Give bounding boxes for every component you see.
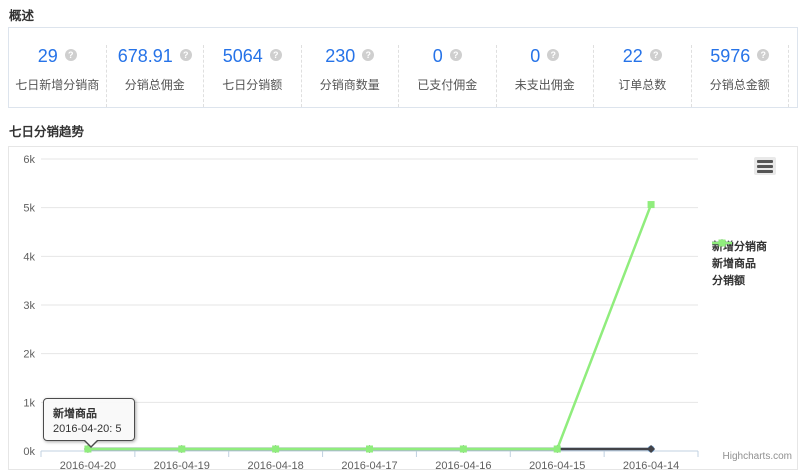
data-point-marker[interactable] [460,446,467,453]
chart-tooltip: 新增商品 2016-04-20: 5 [43,398,135,441]
y-axis-tick-label: 5k [23,203,35,215]
stat-cell: 5976? 分销总金额 [692,45,790,107]
y-axis-tick-label: 4k [23,251,35,263]
y-axis-tick-label: 2k [23,349,35,361]
stat-label: 未支出佣金 [497,76,594,93]
tooltip-value: 2016-04-20: 5 [53,423,125,435]
help-icon[interactable]: ? [650,49,662,61]
stat-label: 七日分销额 [204,76,301,93]
stat-cell: 230? 分销商数量 [302,45,400,107]
stat-cell: 5064? 七日分销额 [204,45,302,107]
chart-legend: 新增分销商新增商品分销额 [712,237,767,288]
x-axis-label: 2016-04-15 [529,460,585,469]
help-icon[interactable]: ? [270,49,282,61]
menu-icon [757,160,773,163]
stat-label: 已支付佣金 [399,76,496,93]
dashboard-page: 概述 29? 七日新增分销商 678.91? 分销总佣金 5064? 七日分销额 230? 分… [0,0,806,476]
stat-value: 230 [325,46,355,66]
stat-value: 678.91 [118,46,173,66]
help-icon[interactable]: ? [547,49,559,61]
y-axis-tick-label: 6k [23,154,35,166]
x-axis-label: 2016-04-14 [623,460,679,469]
stat-cell: 0? 已支付佣金 [399,45,497,107]
stat-cell: 22? 订单总数 [594,45,692,107]
stat-value: 0 [433,46,443,66]
series-line-分销额 [88,205,651,449]
help-icon[interactable]: ? [757,49,769,61]
stat-value: 5976 [710,46,750,66]
stat-value: 29 [38,46,58,66]
x-axis-label: 2016-04-18 [248,460,304,469]
data-point-marker[interactable] [648,201,655,208]
legend-marker-icon [712,237,732,249]
highcharts-credits-link[interactable]: Highcharts.com [723,451,792,462]
legend-label: 分销额 [712,272,745,288]
help-icon[interactable]: ? [362,49,374,61]
x-axis-label: 2016-04-17 [341,460,397,469]
data-point-marker[interactable] [647,445,655,453]
stat-label: 分销总佣金 [107,76,204,93]
x-axis-label: 2016-04-16 [435,460,491,469]
help-icon[interactable]: ? [65,49,77,61]
trend-chart: 0k 1k 2k 3k 4k 5k 6k 2016-04-20 2016-04-19 2016-0… [8,146,798,470]
x-axis-label: 2016-04-20 [60,460,116,469]
stat-value: 0 [530,46,540,66]
trend-section-title: 七日分销趋势 [9,121,84,140]
stat-label: 七日新增分销商 [9,76,106,93]
data-point-marker[interactable] [554,446,561,453]
tooltip-series-name: 新增商品 [53,405,125,421]
data-point-marker[interactable] [178,446,185,453]
help-icon[interactable]: ? [180,49,192,61]
overview-section-title: 概述 [9,5,34,24]
data-point-marker[interactable] [272,446,279,453]
y-axis-tick-label: 1k [23,397,35,409]
stat-cell: 0? 未支出佣金 [497,45,595,107]
overview-stats-panel: 29? 七日新增分销商 678.91? 分销总佣金 5064? 七日分销额 230? 分销商数… [8,27,798,108]
stat-cell: 29? 七日新增分销商 [9,45,107,107]
chart-context-menu-button[interactable] [754,157,776,175]
stat-value: 5064 [223,46,263,66]
stat-label: 订单总数 [594,76,691,93]
stat-label: 分销总金额 [692,76,789,93]
y-axis-tick-label: 3k [23,300,35,312]
stat-cell: 678.91? 分销总佣金 [107,45,205,107]
legend-item-分销额[interactable]: 分销额 [712,271,767,288]
stat-value: 22 [623,46,643,66]
legend-label: 新增商品 [712,255,756,271]
x-axis-label: 2016-04-19 [154,460,210,469]
data-point-marker[interactable] [366,446,373,453]
stat-label: 分销商数量 [302,76,399,93]
y-axis-tick-label: 0k [23,446,35,458]
help-icon[interactable]: ? [450,49,462,61]
legend-item-新增商品[interactable]: 新增商品 [712,254,767,271]
